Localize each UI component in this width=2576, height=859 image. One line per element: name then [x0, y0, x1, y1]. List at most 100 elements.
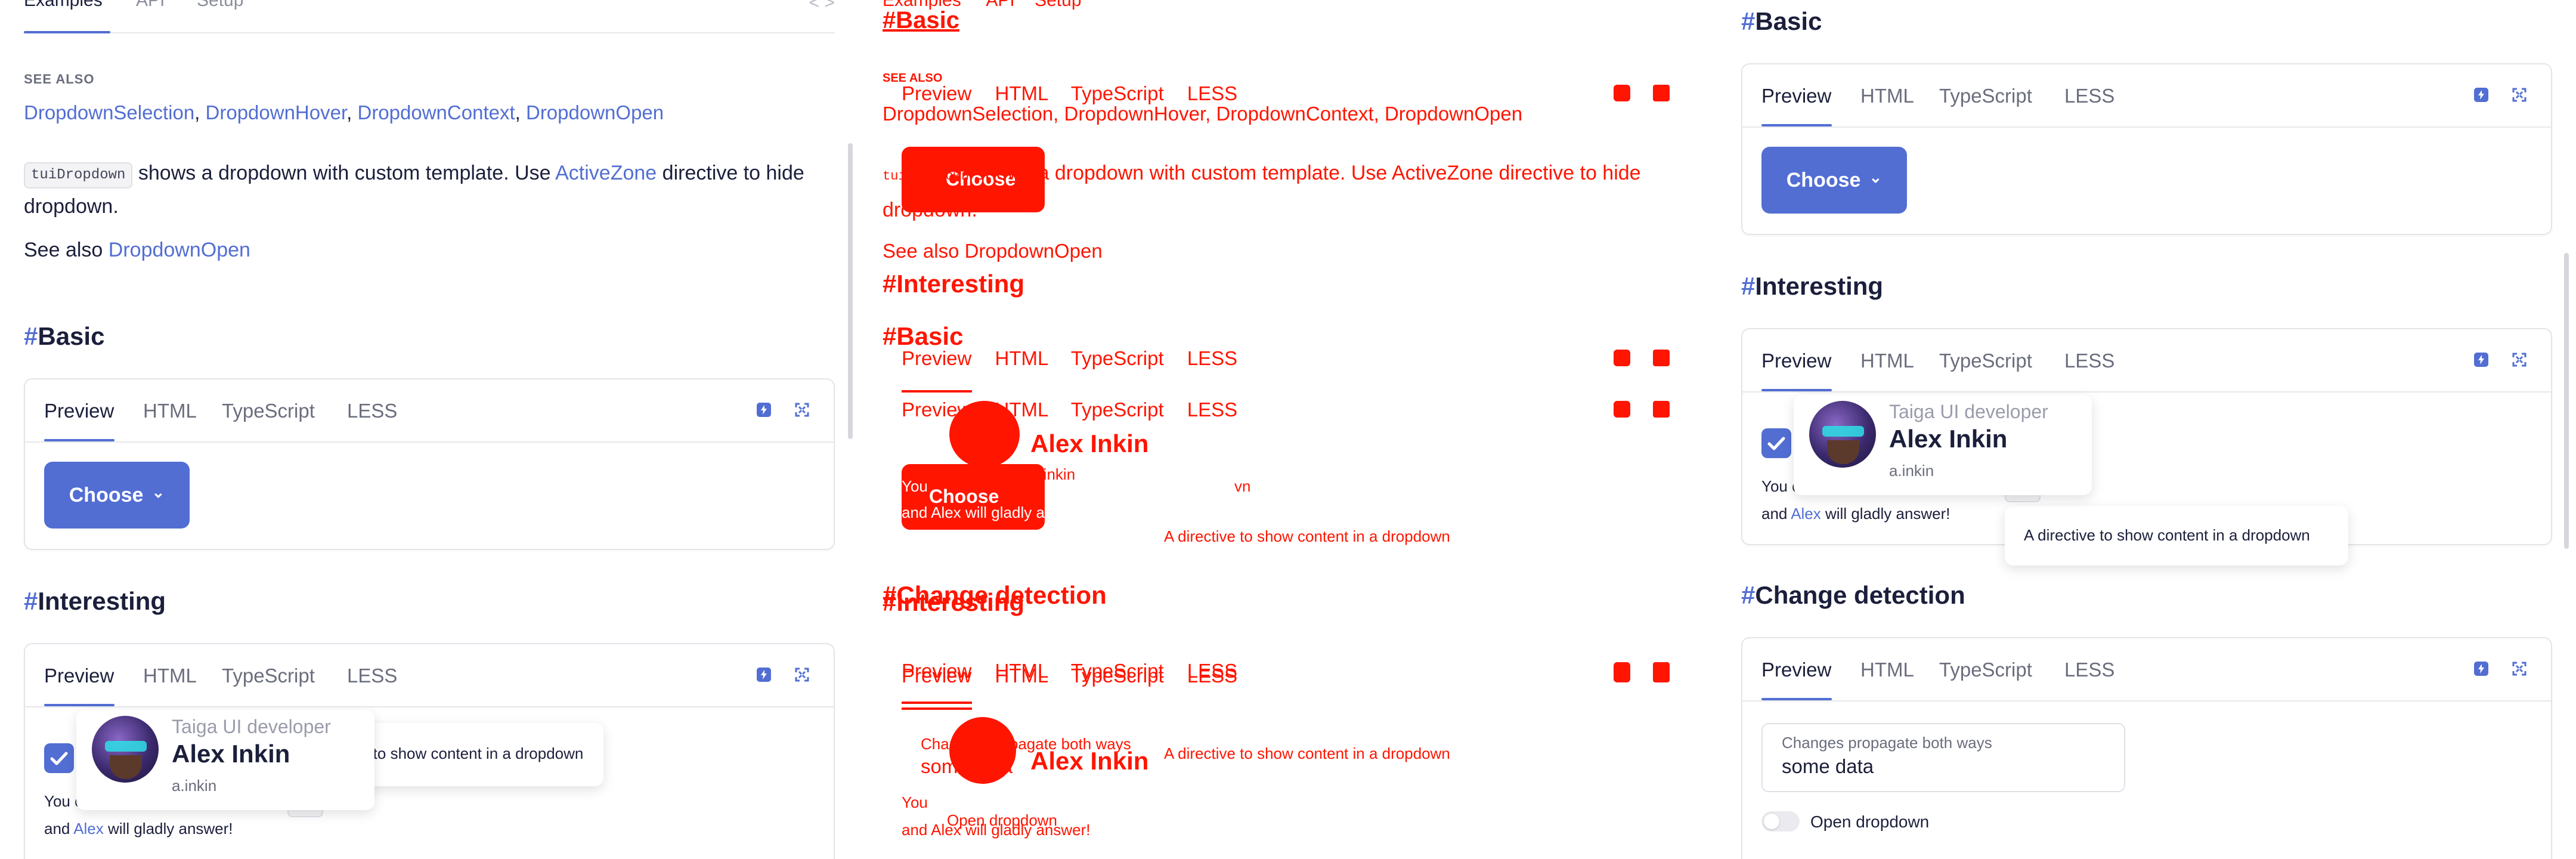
- diff-and-alex: and Alex will gladly answer!: [902, 503, 1091, 521]
- profile-role: Taiga UI developer: [172, 716, 331, 737]
- doc-tabs: Examples API Setup < >: [24, 0, 835, 33]
- diff-stackblitz-icon: [1614, 662, 1630, 682]
- profile-name: Alex Inkin: [172, 740, 290, 768]
- open-in-stackblitz-icon[interactable]: [2473, 352, 2489, 367]
- choose-button[interactable]: Choose ⌄: [44, 462, 190, 529]
- diff-section-title: #Interesting: [883, 270, 1025, 298]
- diff-profile-name: Alex Inkin: [1030, 747, 1149, 775]
- open-in-stackblitz-icon[interactable]: [2473, 87, 2489, 103]
- scrollbar[interactable]: [2564, 253, 2569, 549]
- open-dropdown-toggle[interactable]: [1761, 811, 1800, 832]
- section-title-interesting: #Interesting: [1741, 272, 1884, 300]
- example-tabs: Preview HTML TypeScript LESS: [25, 644, 834, 707]
- tab-less[interactable]: LESS: [2064, 350, 2114, 372]
- diff-vn: vn: [1234, 477, 1251, 495]
- tab-html[interactable]: HTML: [1860, 659, 1914, 681]
- check-icon: [50, 752, 68, 765]
- tab-preview[interactable]: Preview: [44, 665, 114, 687]
- tab-typescript[interactable]: TypeScript: [222, 665, 315, 687]
- tab-examples[interactable]: Examples: [24, 0, 103, 11]
- tab-underline: [1761, 698, 1832, 700]
- diff-you: You: [902, 793, 928, 811]
- tab-setup[interactable]: Setup: [197, 0, 243, 11]
- tab-html[interactable]: HTML: [1860, 350, 1914, 372]
- text-field[interactable]: Changes propagate both ways some data: [1761, 723, 2125, 792]
- choose-button[interactable]: Choose ⌄: [1761, 147, 1907, 214]
- tab-less[interactable]: LESS: [347, 400, 397, 422]
- left-panel: Examples API Setup < > SEE ALSO Dropdown…: [0, 0, 859, 859]
- avatar: [92, 716, 159, 783]
- profile-login: a.inkin: [172, 777, 217, 795]
- tab-underline: [24, 31, 110, 33]
- open-in-stackblitz-icon[interactable]: [756, 402, 772, 418]
- diff-see-also-line: See also DropdownOpen: [883, 240, 1103, 262]
- field-value[interactable]: some data: [1782, 755, 1874, 778]
- tab-less[interactable]: LESS: [2064, 659, 2114, 681]
- example-tabs: Preview HTML TypeScript LESS: [1742, 64, 2551, 128]
- tooltip-text: e to show content in a dropdown: [360, 744, 584, 762]
- diff-expand-icon: [1653, 85, 1670, 101]
- example-tabs: Preview HTML TypeScript LESS: [1742, 329, 2551, 393]
- see-also-link[interactable]: DropdownContext: [357, 101, 515, 123]
- tab-typescript[interactable]: TypeScript: [1939, 85, 2032, 107]
- diff-intro: tuiDropdown shows a dropdown with custom…: [883, 162, 1641, 221]
- see-also-title: SEE ALSO: [24, 72, 95, 86]
- diff-underline: [902, 702, 972, 704]
- diff-field-value: some data: [921, 755, 1013, 777]
- tab-html[interactable]: HTML: [1860, 85, 1914, 107]
- example-card-basic: Preview HTML TypeScript LESS Choose ⌄: [1741, 63, 2552, 235]
- open-in-stackblitz-icon[interactable]: [756, 667, 772, 682]
- checkbox[interactable]: [44, 743, 74, 773]
- dropdown-open-link[interactable]: DropdownOpen: [109, 239, 250, 261]
- diff-expand-icon: [1653, 662, 1670, 682]
- demo-text-line2: and Alex will gladly answer!: [1761, 505, 1950, 523]
- tooltip-text: A directive to show content in a dropdow…: [2024, 526, 2310, 544]
- code-toggle-icon[interactable]: < >: [809, 0, 835, 13]
- tab-less[interactable]: LESS: [2064, 85, 2114, 107]
- see-also-links: DropdownSelection, DropdownHover, Dropdo…: [24, 101, 664, 123]
- tab-api[interactable]: API: [136, 0, 165, 11]
- tab-html[interactable]: HTML: [143, 400, 197, 422]
- intro-paragraph: tuiDropdown shows a dropdown with custom…: [24, 162, 804, 218]
- expand-fullscreen-icon[interactable]: [2512, 661, 2527, 676]
- tab-typescript[interactable]: TypeScript: [1939, 350, 2032, 372]
- example-card-interesting: Preview HTML TypeScript LESS You c own a…: [1741, 328, 2552, 566]
- see-also-link[interactable]: DropdownSelection: [24, 101, 194, 123]
- diff-panel: Examples API Setup #Basic SEE ALSO Previ…: [859, 0, 1717, 859]
- avatar: [1809, 401, 1876, 468]
- expand-fullscreen-icon[interactable]: [794, 402, 810, 418]
- alex-link[interactable]: Alex: [73, 820, 104, 838]
- open-in-stackblitz-icon[interactable]: [2473, 661, 2489, 676]
- expand-fullscreen-icon[interactable]: [794, 667, 810, 682]
- diff-section-title: #Basic: [883, 322, 964, 350]
- diff-section-title: #Basic: [883, 7, 959, 33]
- checkbox[interactable]: [1761, 428, 1791, 458]
- tab-preview[interactable]: Preview: [44, 400, 114, 422]
- expand-fullscreen-icon[interactable]: [2512, 87, 2527, 103]
- expand-fullscreen-icon[interactable]: [2512, 352, 2527, 367]
- tab-preview[interactable]: Preview: [1761, 659, 1831, 681]
- section-title-interesting: #Interesting: [24, 587, 166, 615]
- tab-typescript[interactable]: TypeScript: [1939, 659, 2032, 681]
- tab-preview[interactable]: Preview: [1761, 350, 1831, 372]
- profile-dropdown: Taiga UI developer Alex Inkin a.inkin: [76, 710, 374, 810]
- scrollbar[interactable]: [848, 143, 853, 439]
- tab-typescript[interactable]: TypeScript: [222, 400, 315, 422]
- code-chip: tuiDropdown: [24, 162, 133, 189]
- tab-preview[interactable]: Preview: [1761, 85, 1831, 107]
- active-zone-link[interactable]: ActiveZone: [555, 162, 657, 184]
- see-also-link[interactable]: DropdownHover: [206, 101, 347, 123]
- section-title-basic: #Basic: [24, 322, 105, 350]
- diff-stackblitz-icon: [1614, 350, 1630, 366]
- tab-less[interactable]: LESS: [347, 665, 397, 687]
- see-also-line: See also DropdownOpen: [24, 239, 250, 261]
- diff-example-tabs: Preview HTML TypeScript LESS: [902, 347, 1238, 369]
- profile-login: a.inkin: [1889, 462, 1934, 480]
- see-also-link[interactable]: DropdownOpen: [526, 101, 664, 123]
- alex-link[interactable]: Alex: [1791, 505, 1821, 523]
- diff-stackblitz-icon: [1614, 85, 1630, 101]
- tab-html[interactable]: HTML: [143, 665, 197, 687]
- diff-underline: [902, 390, 972, 393]
- profile-dropdown: Taiga UI developer Alex Inkin a.inkin: [1794, 395, 2092, 495]
- example-card-basic: Preview HTML TypeScript LESS Choose ⌄: [24, 378, 835, 550]
